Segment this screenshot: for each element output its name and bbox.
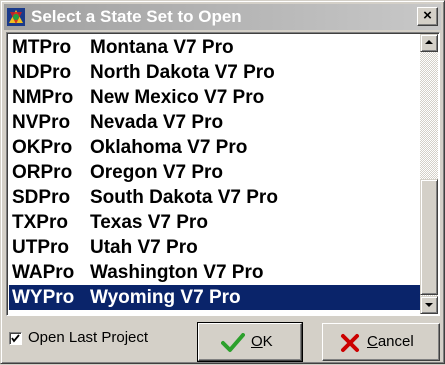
arrow-up-icon bbox=[425, 40, 433, 44]
vertical-scrollbar[interactable] bbox=[420, 34, 438, 314]
window-title: Select a State Set to Open bbox=[31, 7, 242, 26]
list-item[interactable]: WAPro Washington V7 Pro bbox=[9, 260, 420, 285]
arrow-down-icon bbox=[425, 303, 433, 307]
state-set-name: Nevada V7 Pro bbox=[90, 112, 224, 133]
list-item[interactable]: OKPro Oklahoma V7 Pro bbox=[9, 135, 420, 160]
scroll-up-button[interactable] bbox=[420, 34, 438, 52]
open-last-project-label: Open Last Project bbox=[28, 329, 149, 346]
cancel-button-label: Cancel bbox=[367, 333, 414, 350]
state-set-name: Utah V7 Pro bbox=[90, 237, 198, 258]
list-item[interactable]: TXPro Texas V7 Pro bbox=[9, 210, 420, 235]
scroll-down-button[interactable] bbox=[420, 296, 438, 314]
list-item[interactable]: SDPro South Dakota V7 Pro bbox=[9, 185, 420, 210]
list-item[interactable]: ORPro Oregon V7 Pro bbox=[9, 160, 420, 185]
list-item[interactable]: UTPro Utah V7 Pro bbox=[9, 235, 420, 260]
state-code: NDPro bbox=[12, 62, 72, 83]
state-set-name: New Mexico V7 Pro bbox=[90, 87, 265, 108]
state-code: WYPro bbox=[12, 287, 75, 308]
close-icon: × bbox=[423, 7, 432, 24]
state-code: OKPro bbox=[12, 137, 73, 158]
state-set-name: Washington V7 Pro bbox=[90, 262, 264, 283]
app-icon bbox=[7, 8, 25, 26]
list-item[interactable]: NDPro North Dakota V7 Pro bbox=[9, 60, 420, 85]
state-set-name: South Dakota V7 Pro bbox=[90, 187, 278, 208]
state-code: SDPro bbox=[12, 187, 71, 208]
state-code: TXPro bbox=[12, 212, 68, 233]
state-set-name: Montana V7 Pro bbox=[90, 37, 234, 58]
title-bar[interactable]: Select a State Set to Open × bbox=[4, 4, 441, 30]
state-set-name: Wyoming V7 Pro bbox=[90, 287, 241, 308]
ok-button[interactable]: OK bbox=[197, 322, 303, 362]
dialog-footer: Open Last Project OK Cancel bbox=[1, 319, 445, 365]
open-last-project-checkbox[interactable] bbox=[9, 332, 22, 345]
ok-button-label: OK bbox=[251, 333, 273, 350]
state-code: WAPro bbox=[12, 262, 75, 283]
state-code: NVPro bbox=[12, 112, 71, 133]
red-x-icon bbox=[340, 333, 360, 357]
state-set-name: North Dakota V7 Pro bbox=[90, 62, 275, 83]
green-check-icon bbox=[221, 333, 245, 357]
select-state-set-dialog: Select a State Set to Open × MTPro Montan… bbox=[0, 0, 445, 364]
state-set-list[interactable]: MTPro Montana V7 Pro NDPro North Dakota V7 … bbox=[6, 32, 440, 316]
state-code: NMPro bbox=[12, 87, 74, 108]
scroll-thumb[interactable] bbox=[420, 179, 438, 295]
checkmark-icon bbox=[11, 334, 20, 343]
state-set-name: Oklahoma V7 Pro bbox=[90, 137, 248, 158]
list-item[interactable]: NMPro New Mexico V7 Pro bbox=[9, 85, 420, 110]
list-item[interactable]: NVPro Nevada V7 Pro bbox=[9, 110, 420, 135]
state-code: UTPro bbox=[12, 237, 69, 258]
cancel-button[interactable]: Cancel bbox=[322, 323, 440, 361]
state-set-rows: MTPro Montana V7 Pro NDPro North Dakota V7 … bbox=[9, 35, 420, 310]
state-set-name: Texas V7 Pro bbox=[90, 212, 208, 233]
list-item[interactable]: MTPro Montana V7 Pro bbox=[9, 35, 420, 60]
state-code: ORPro bbox=[12, 162, 73, 183]
list-item[interactable]: WYPro Wyoming V7 Pro bbox=[9, 285, 420, 310]
close-button[interactable]: × bbox=[417, 7, 438, 26]
state-set-name: Oregon V7 Pro bbox=[90, 162, 224, 183]
state-code: MTPro bbox=[12, 37, 72, 58]
